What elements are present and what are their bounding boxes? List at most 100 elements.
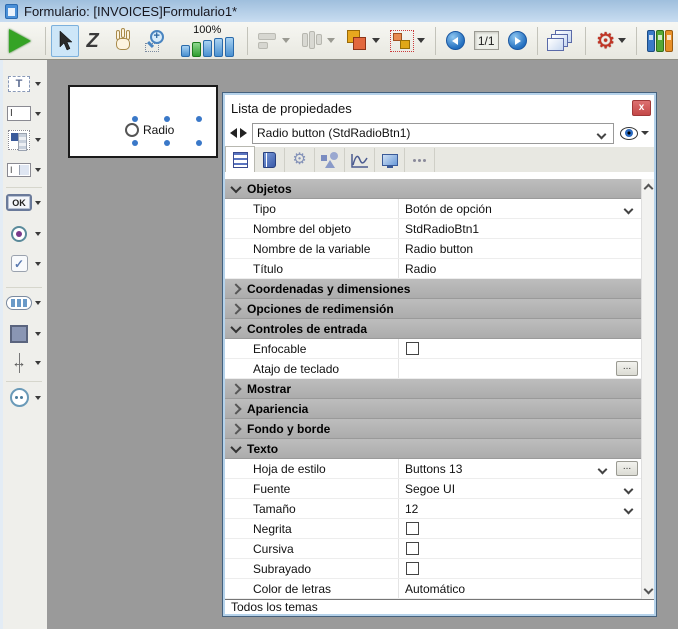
window-titlebar[interactable]: Formulario: [INVOICES]Formulario1* [0, 0, 678, 22]
property-value-nombre-del-objeto[interactable]: StdRadioBtn1 [398, 219, 654, 238]
section-controles-de-entrada[interactable]: Controles de entrada [225, 319, 654, 339]
next-object-icon[interactable] [240, 128, 247, 138]
section-opciones-de-redimension[interactable]: Opciones de redimensión [225, 299, 654, 319]
negrita-checkbox[interactable] [406, 522, 419, 535]
form-canvas[interactable]: Radio [68, 85, 218, 158]
toolbox-frame-tool[interactable] [5, 320, 45, 347]
windows-button[interactable] [542, 25, 580, 57]
close-panel-button[interactable]: x [632, 100, 651, 116]
toolbox-checkbox-tool[interactable]: ✓ [5, 250, 45, 277]
combo-box-tool-dropdown-icon[interactable] [35, 168, 41, 172]
previous-object-icon[interactable] [230, 128, 237, 138]
subrayado-checkbox[interactable] [406, 562, 419, 575]
toolbox-static-text-tool[interactable]: T [5, 70, 45, 97]
property-value-tipo[interactable]: Botón de opción [398, 199, 654, 218]
previous-page-button[interactable] [441, 25, 470, 57]
properties-panel-titlebar[interactable]: Lista de propiedades x [225, 95, 654, 119]
dropdown-icon[interactable] [598, 465, 608, 475]
splitter-tool-dropdown-icon[interactable] [35, 361, 41, 365]
section-apariencia[interactable]: Apariencia [225, 399, 654, 419]
eye-dropdown-icon[interactable] [641, 131, 649, 135]
zoom-level-widget[interactable]: 100% [173, 25, 242, 57]
arrange-tool-button[interactable] [340, 25, 385, 57]
selection-handle[interactable] [196, 140, 202, 146]
group-tool-dropdown-icon[interactable] [35, 396, 41, 400]
property-value-cursiva[interactable] [398, 539, 654, 558]
page-indicator-field[interactable]: 1/1 [474, 31, 499, 50]
zoom-tool-button[interactable]: + [139, 25, 173, 57]
tab-display[interactable] [375, 148, 405, 172]
toolbox-toolbar-tool[interactable] [5, 289, 45, 316]
property-value-subrayado[interactable] [398, 559, 654, 578]
visibility-filter-button[interactable] [620, 127, 649, 140]
selection-handle[interactable] [196, 116, 202, 122]
distribute-dropdown-icon[interactable] [327, 38, 335, 43]
property-value-enfocable[interactable] [398, 339, 654, 358]
align-dropdown-icon[interactable] [282, 38, 290, 43]
property-value-tamano[interactable]: 12 [398, 499, 654, 518]
section-texto[interactable]: Texto [225, 439, 654, 459]
atajo-de-teclado-ellipsis-button[interactable]: ... [616, 361, 638, 376]
scroll-up-icon[interactable] [644, 184, 654, 194]
toolbox-line-edit-tool[interactable]: I [5, 100, 45, 127]
next-page-button[interactable] [503, 25, 532, 57]
tab-events[interactable] [345, 148, 375, 172]
property-value-hoja-de-estilo[interactable]: Buttons 13... [398, 459, 654, 478]
selection-handle[interactable] [132, 140, 138, 146]
property-value-titulo[interactable]: Radio [398, 259, 654, 278]
property-value-color-de-letras[interactable]: Automático [398, 579, 654, 598]
property-value-negrita[interactable] [398, 519, 654, 538]
property-value-nombre-de-la-variable[interactable]: Radio button [398, 239, 654, 258]
cursiva-checkbox[interactable] [406, 542, 419, 555]
scrollbar[interactable] [641, 179, 654, 599]
dropdown-icon[interactable] [624, 205, 634, 215]
toolbox-list-view-tool[interactable] [5, 126, 45, 153]
toolbox-splitter-tool[interactable]: ↔ [5, 349, 45, 376]
tab-order-tool-button[interactable]: Z [79, 25, 107, 57]
tab-properties-list[interactable] [225, 146, 255, 172]
push-button-tool-dropdown-icon[interactable] [35, 201, 41, 205]
settings-button[interactable]: ⚙ [591, 25, 632, 57]
selection-mode-button[interactable] [385, 25, 430, 57]
checkbox-tool-dropdown-icon[interactable] [35, 262, 41, 266]
dropdown-icon[interactable] [624, 485, 634, 495]
list-view-tool-dropdown-icon[interactable] [35, 138, 41, 142]
toolbox-push-button-tool[interactable]: OK [5, 189, 45, 216]
tab-objects[interactable] [315, 148, 345, 172]
property-value-fuente[interactable]: Segoe UI [398, 479, 654, 498]
arrange-dropdown-icon[interactable] [372, 38, 380, 43]
frame-tool-dropdown-icon[interactable] [35, 332, 41, 336]
tab-more[interactable] [405, 148, 435, 172]
selection-handle[interactable] [164, 140, 170, 146]
hoja-de-estilo-ellipsis-button[interactable]: ... [616, 461, 638, 476]
selection-handle[interactable] [164, 116, 170, 122]
select-tool-button[interactable] [51, 25, 79, 57]
tab-settings[interactable]: ⚙ [285, 148, 315, 172]
toolbar-tool-dropdown-icon[interactable] [35, 301, 41, 305]
section-coordenadas-y-dimensiones[interactable]: Coordenadas y dimensiones [225, 279, 654, 299]
library-button[interactable] [642, 25, 678, 57]
dropdown-icon[interactable] [624, 505, 634, 515]
align-tool-button[interactable] [252, 25, 295, 57]
toolbox-radio-button-tool[interactable] [5, 220, 45, 247]
radio-button-widget[interactable]: Radio [125, 123, 174, 137]
settings-dropdown-icon[interactable] [618, 38, 626, 43]
section-mostrar[interactable]: Mostrar [225, 379, 654, 399]
scroll-down-icon[interactable] [644, 585, 654, 595]
selection-handle[interactable] [132, 116, 138, 122]
section-objetos[interactable]: Objetos [225, 179, 654, 199]
pan-tool-button[interactable] [107, 25, 139, 57]
distribute-tool-button[interactable] [295, 25, 340, 57]
tab-data[interactable] [255, 148, 285, 172]
line-edit-tool-dropdown-icon[interactable] [35, 112, 41, 116]
radio-button-tool-dropdown-icon[interactable] [35, 232, 41, 236]
section-fondo-y-borde[interactable]: Fondo y borde [225, 419, 654, 439]
property-value-atajo-de-teclado[interactable]: ... [398, 359, 654, 378]
enfocable-checkbox[interactable] [406, 342, 419, 355]
toolbox-combo-box-tool[interactable]: I [5, 156, 45, 183]
static-text-tool-dropdown-icon[interactable] [35, 82, 41, 86]
object-selector-combobox[interactable]: Radio button (StdRadioBtn1) [252, 123, 614, 144]
run-form-button[interactable] [0, 25, 40, 57]
toolbox-group-tool[interactable] [5, 384, 45, 411]
selection-dropdown-icon[interactable] [417, 38, 425, 43]
